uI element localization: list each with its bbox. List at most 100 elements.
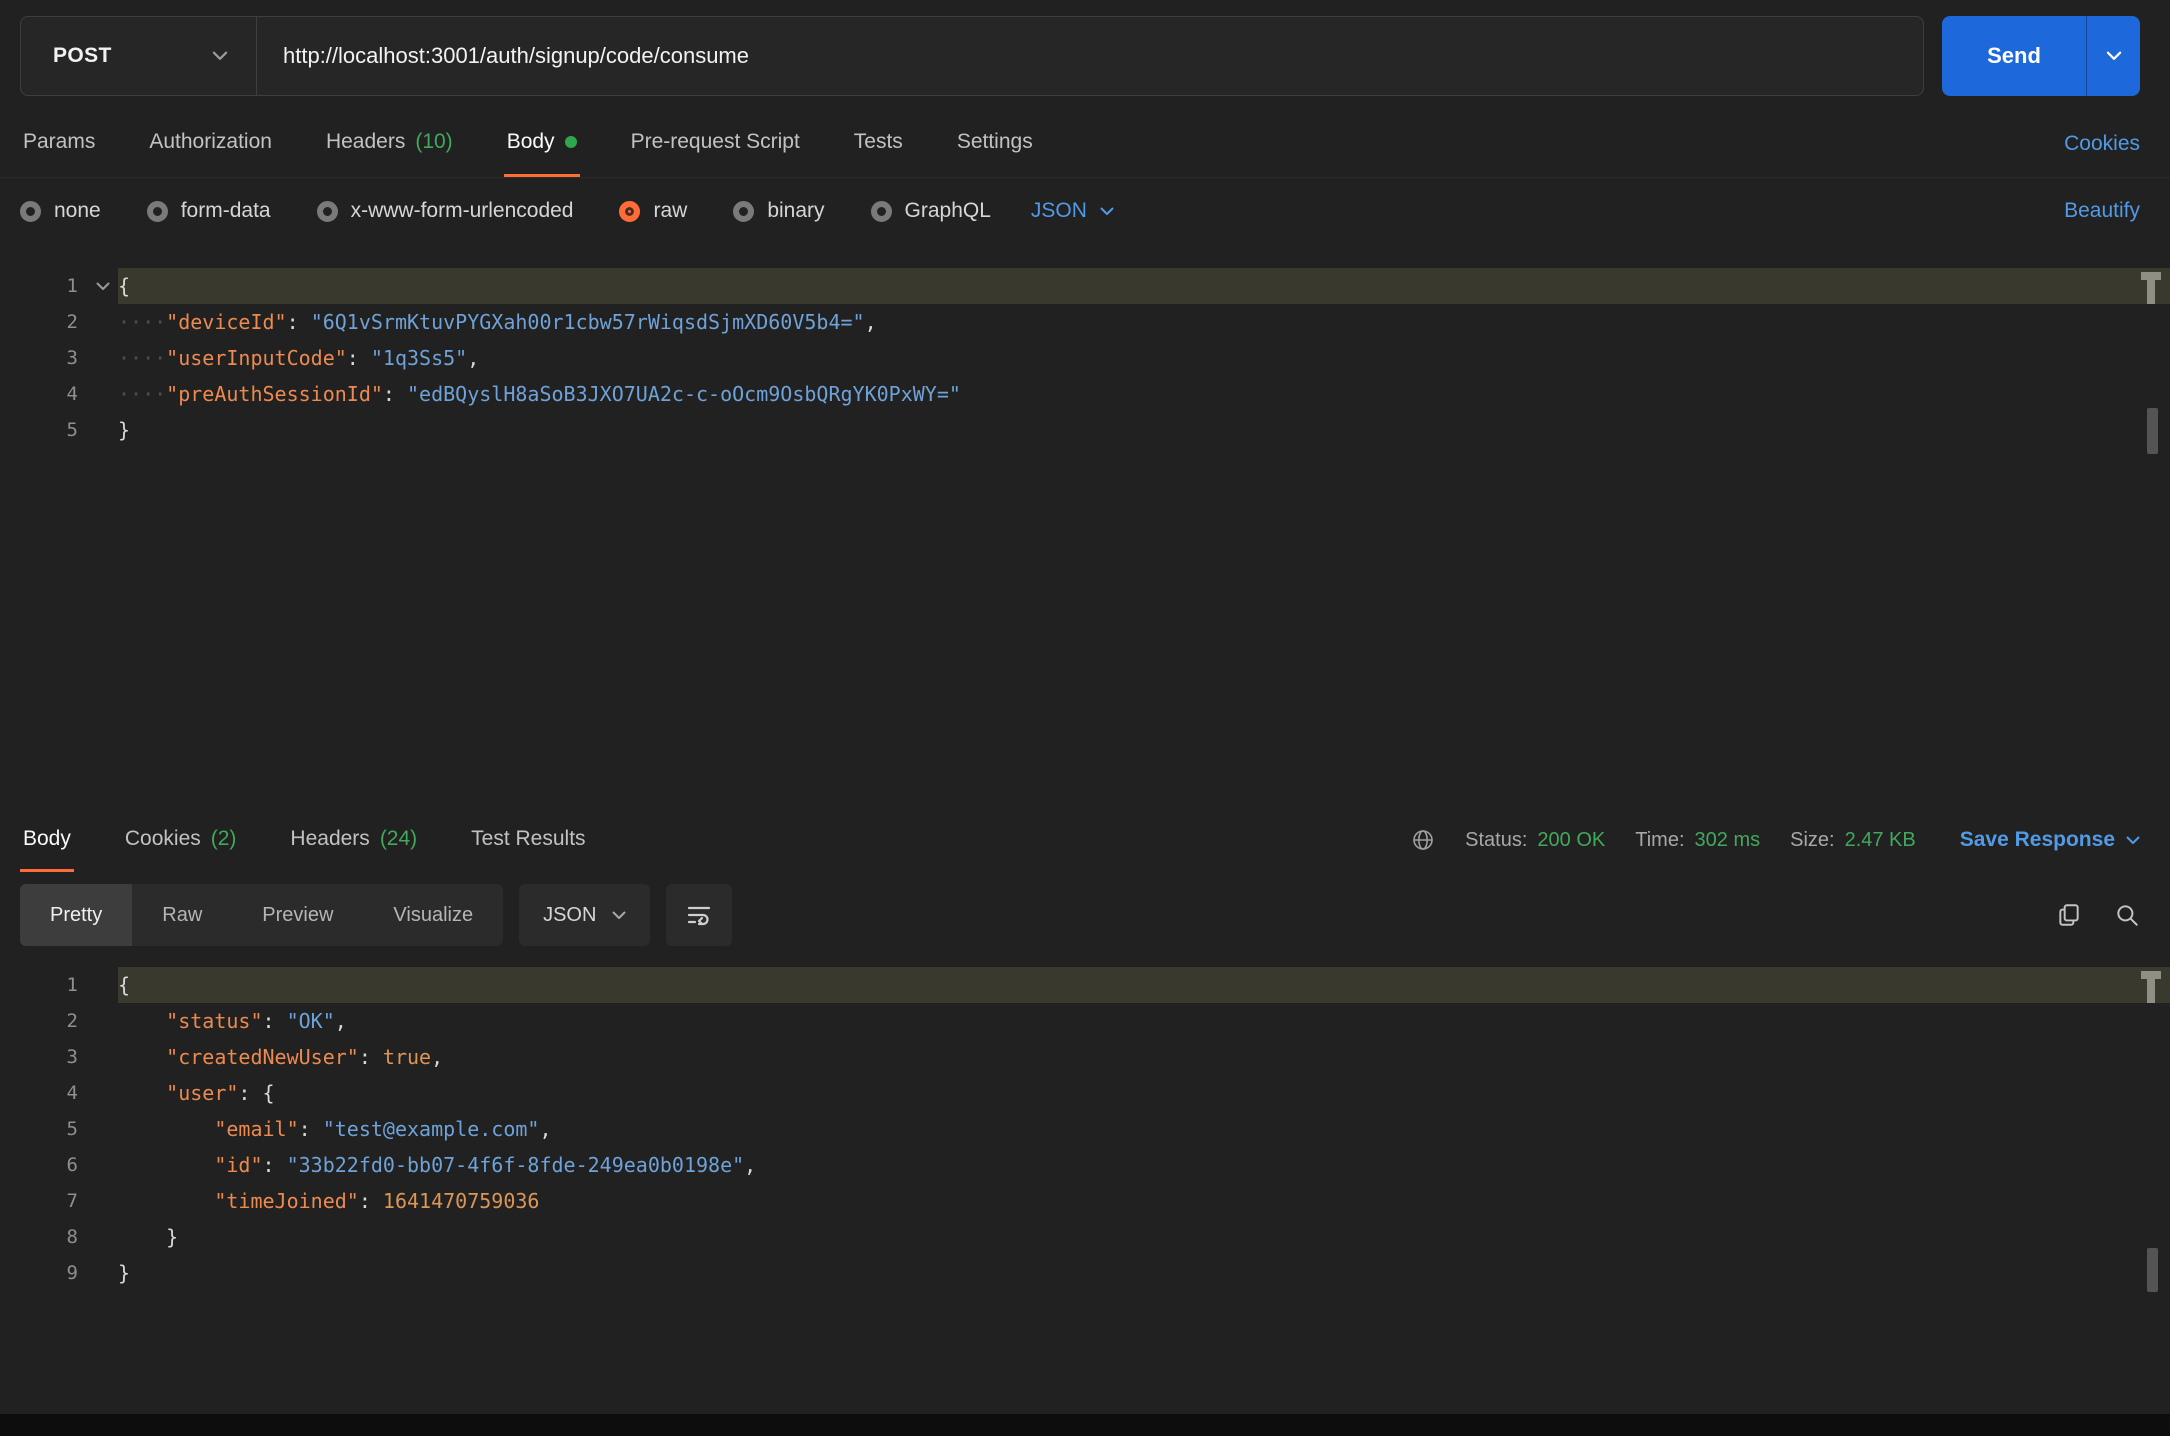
response-time-value: 302 ms xyxy=(1694,828,1761,851)
scrollbar-thumb[interactable] xyxy=(2147,408,2158,454)
response-time: Time: 302 ms xyxy=(1635,828,1761,851)
code-line: 1{ xyxy=(0,967,2170,1003)
response-toolbar-actions xyxy=(2056,902,2140,928)
response-toolbar: Pretty Raw Preview Visualize JSON xyxy=(20,884,2140,946)
save-response-label: Save Response xyxy=(1959,828,2115,851)
body-type-x-www-form-urlencoded[interactable]: x-www-form-urlencoded xyxy=(316,199,573,223)
network-globe-icon[interactable] xyxy=(1411,828,1435,852)
line-number: 3 xyxy=(66,1046,78,1068)
cookies-link[interactable]: Cookies xyxy=(2064,132,2140,156)
beautify-link[interactable]: Beautify xyxy=(2064,199,2140,223)
tab-settings[interactable]: Settings xyxy=(954,110,1036,177)
line-number: 2 xyxy=(66,1010,78,1032)
body-type-form-data[interactable]: form-data xyxy=(146,199,271,223)
tab-headers[interactable]: Headers (10) xyxy=(323,110,456,177)
line-number: 2 xyxy=(66,311,78,333)
scrollbar-thumb[interactable] xyxy=(2147,1248,2158,1292)
url-container: POST xyxy=(20,16,1924,96)
line-number: 9 xyxy=(66,1262,78,1284)
view-tab-pretty[interactable]: Pretty xyxy=(20,884,133,946)
line-number: 4 xyxy=(66,383,78,405)
language-label: JSON xyxy=(1030,199,1087,222)
response-meta-values: Status: 200 OK Time: 302 ms Size: 2.47 KB xyxy=(1465,829,1916,852)
code-line: 5} xyxy=(0,412,2170,448)
language-select[interactable]: JSON xyxy=(1031,199,1114,223)
tab-body[interactable]: Body xyxy=(503,110,580,177)
scroll-marker xyxy=(2140,971,2162,1003)
tab-cookies[interactable]: Cookies (2) xyxy=(122,808,240,872)
copy-response-icon[interactable] xyxy=(2056,902,2082,928)
response-language-label: JSON xyxy=(543,903,597,926)
chevron-down-icon xyxy=(1100,207,1114,216)
response-language-select[interactable]: JSON xyxy=(519,884,651,946)
view-tab-raw[interactable]: Raw xyxy=(132,884,232,946)
tab-body[interactable]: Body xyxy=(20,808,74,872)
radio-icon xyxy=(870,200,892,222)
radio-icon xyxy=(146,200,168,222)
code-line: 3 "createdNewUser": true, xyxy=(0,1039,2170,1075)
response-status: Status: 200 OK xyxy=(1465,828,1606,851)
body-type-row: none form-data x-www-form-urlencoded raw bin… xyxy=(0,178,2170,244)
tab-pre-request-script[interactable]: Pre-request Script xyxy=(628,110,803,177)
code-line: 5 "email": "test@example.com", xyxy=(0,1111,2170,1147)
line-number: 8 xyxy=(66,1226,78,1248)
save-response-button[interactable]: Save Response xyxy=(1960,828,2140,852)
response-body-editor[interactable]: 1{2 "status": "OK", 3 "createdNewUser": t… xyxy=(0,967,2170,1412)
code-line: 2 ····"deviceId": "6Q1vSrmKtuvPYGXah00r1c… xyxy=(0,304,2170,340)
line-number: 4 xyxy=(66,1082,78,1104)
code-line: 9} xyxy=(0,1255,2170,1291)
wrap-text-icon xyxy=(685,902,713,928)
tab-authorization[interactable]: Authorization xyxy=(146,110,275,177)
code-line: 4 "user": { xyxy=(0,1075,2170,1111)
method-selector[interactable]: POST xyxy=(21,17,256,95)
radio-icon xyxy=(733,200,755,222)
radio-icon xyxy=(619,200,641,222)
body-type-graphql[interactable]: GraphQL xyxy=(870,199,991,223)
body-type-binary[interactable]: binary xyxy=(733,199,825,223)
search-response-icon[interactable] xyxy=(2114,902,2140,928)
response-size-value: 2.47 KB xyxy=(1844,828,1916,851)
response-tabs: Body Cookies (2) Headers (24) Test Results xyxy=(20,808,637,872)
view-tab-visualize[interactable]: Visualize xyxy=(363,884,503,946)
code-line: 8 } xyxy=(0,1219,2170,1255)
tab-tests[interactable]: Tests xyxy=(851,110,906,177)
footer-bar xyxy=(0,1414,2170,1436)
send-button[interactable]: Send xyxy=(1942,16,2140,96)
fold-caret-icon[interactable] xyxy=(88,268,118,304)
line-number: 1 xyxy=(66,974,78,996)
chevron-down-icon xyxy=(2126,836,2140,845)
code-line: 2 "status": "OK", xyxy=(0,1003,2170,1039)
tab-params[interactable]: Params xyxy=(20,110,98,177)
code-line: 3 ····"userInputCode": "1q3Ss5", xyxy=(0,340,2170,376)
body-type-raw[interactable]: raw xyxy=(619,199,687,223)
url-input[interactable] xyxy=(257,17,1923,95)
request-code-lines: 1{2 ····"deviceId": "6Q1vSrmKtuvPYGXah00r… xyxy=(0,268,2170,448)
line-number: 6 xyxy=(66,1154,78,1176)
method-label: POST xyxy=(53,44,112,67)
line-number: 3 xyxy=(66,347,78,369)
wrap-text-button[interactable] xyxy=(666,884,733,946)
scroll-marker xyxy=(2140,272,2162,304)
request-body-editor[interactable]: 1{2 ····"deviceId": "6Q1vSrmKtuvPYGXah00r… xyxy=(0,268,2170,808)
response-meta: Status: 200 OK Time: 302 ms Size: 2.47 KB Sav… xyxy=(1411,808,2140,872)
response-size: Size: 2.47 KB xyxy=(1790,828,1916,851)
code-line: 4 ····"preAuthSessionId": "edBQyslH8aSoB3… xyxy=(0,376,2170,412)
response-status-value: 200 OK xyxy=(1537,828,1606,851)
request-url-bar: POST Send xyxy=(0,0,2170,110)
radio-icon xyxy=(20,200,41,222)
response-header: Body Cookies (2) Headers (24) Test Results St… xyxy=(0,808,2170,872)
code-line: 6 "id": "33b22fd0-bb07-4f6f-8fde-249ea0b… xyxy=(0,1147,2170,1183)
body-type-options: none form-data x-www-form-urlencoded raw bin… xyxy=(20,199,991,223)
tab-test-results[interactable]: Test Results xyxy=(468,808,588,872)
line-number: 7 xyxy=(66,1190,78,1212)
view-tab-preview[interactable]: Preview xyxy=(232,884,363,946)
line-number: 1 xyxy=(66,275,78,297)
body-type-none[interactable]: none xyxy=(20,199,101,223)
send-options-chevron-icon[interactable] xyxy=(2086,16,2140,96)
tab-headers[interactable]: Headers (24) xyxy=(287,808,420,872)
radio-icon xyxy=(316,200,338,222)
request-tabs: Params Authorization Headers (10) Body Pre-re… xyxy=(0,110,2170,178)
response-view-tabs: Pretty Raw Preview Visualize xyxy=(20,884,504,946)
send-button-label: Send xyxy=(1987,43,2041,68)
chevron-down-icon xyxy=(612,911,626,920)
